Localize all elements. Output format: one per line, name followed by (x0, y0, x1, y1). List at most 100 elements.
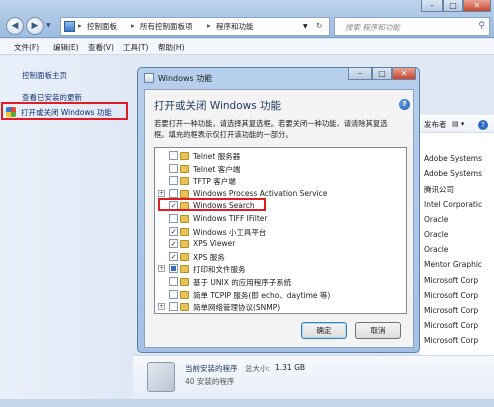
dialog-body: 打开或关闭 Windows 功能 ? 若要打开一种功能，请选择其复选框。若要关闭… (144, 89, 414, 348)
address-dropdown-icon[interactable]: ▼ (303, 23, 308, 30)
dialog-close-button[interactable]: ✕ (392, 68, 416, 80)
feature-checkbox[interactable] (169, 163, 178, 173)
feature-checkbox[interactable] (169, 188, 178, 198)
search-icon[interactable]: ⚲ (478, 21, 485, 31)
close-button[interactable]: ✕ (463, 0, 491, 12)
feature-checkbox[interactable]: ✓ (169, 251, 178, 261)
forward-button[interactable]: ▶ (26, 17, 44, 35)
feature-checkbox[interactable]: ✓ (169, 226, 178, 236)
publisher-cell: Adobe Systems (424, 169, 482, 179)
feature-checkbox[interactable] (169, 302, 178, 312)
folder-icon (180, 227, 189, 236)
details-pane: 当前安装的程序 总大小: 1.31 GB 40 安装的程序 (133, 355, 494, 399)
feature-checkbox[interactable] (169, 151, 178, 160)
installed-programs-icon (147, 362, 175, 392)
publisher-cell: Oracle (424, 230, 449, 239)
publisher-cell: Intel Corporatic (424, 199, 483, 209)
folder-icon (180, 265, 189, 274)
expand-icon[interactable]: + (158, 265, 165, 273)
installed-title: 当前安装的程序 (185, 364, 238, 373)
feature-row[interactable]: ✓ Windows 小工具平台 (155, 226, 399, 238)
publisher-cell: Oracle (424, 214, 449, 224)
publisher-cell: Microsoft Corp (424, 275, 479, 285)
back-button[interactable]: ◀ (6, 17, 24, 35)
breadcrumb-separator-icon: ▸ (207, 21, 211, 30)
feature-checkbox[interactable] (169, 264, 178, 274)
dialog-title: Windows 功能 (158, 74, 213, 83)
feature-checkbox[interactable] (169, 214, 178, 223)
feature-row[interactable]: Telnet 服务器 (155, 150, 399, 162)
breadcrumb-separator-icon: ▸ (131, 21, 135, 30)
feature-row[interactable]: ✓ XPS 服务 (155, 251, 399, 263)
menu-bar: 文件(F) 编辑(E) 查看(V) 工具(T) 帮助(H) (0, 39, 494, 55)
feature-row[interactable]: + 简单网络管理协议(SNMP) (155, 301, 399, 313)
publisher-cell: Microsoft Corp (424, 306, 479, 315)
view-options-icon[interactable]: ▤ ▾ (452, 120, 464, 128)
control-panel-icon (64, 21, 75, 32)
breadcrumb-control-panel[interactable]: 控制面板 (87, 21, 117, 32)
feature-label: 简单 TCPIP 服务(即 echo、daytime 等) (193, 290, 331, 300)
search-box[interactable]: 搜索 程序和功能 ⚲ (334, 17, 490, 36)
feature-row[interactable]: Telnet 客户端 (155, 163, 399, 175)
feature-label: Windows TIFF IFilter (193, 214, 268, 223)
publisher-list: Adobe Systems Adobe Systems 腾讯公司 Intel Corp… (420, 150, 494, 350)
breadcrumb-all-items[interactable]: 所有控制面板项 (140, 21, 193, 32)
feature-label: 基于 UNIX 的应用程序子系统 (193, 278, 292, 287)
cancel-button[interactable]: 取消 (355, 322, 401, 339)
publisher-cell: Oracle (424, 245, 449, 255)
folder-icon (180, 240, 189, 249)
menu-help[interactable]: 帮助(H) (158, 42, 185, 53)
folder-icon (180, 177, 189, 186)
feature-label: TFTP 客户端 (193, 177, 236, 187)
feature-label: Telnet 服务器 (193, 152, 241, 161)
minimize-button[interactable]: – (421, 0, 443, 12)
feature-row[interactable]: TFTP 客户端 (155, 175, 399, 187)
feature-row[interactable]: Windows TIFF IFilter (155, 213, 399, 225)
feature-row[interactable]: + 打印和文件服务 (155, 263, 399, 275)
dialog-window-icon (144, 73, 154, 83)
publisher-cell: 腾讯公司 (424, 185, 454, 195)
ok-button[interactable]: 确定 (301, 322, 347, 339)
publisher-header-label: 发布者 (424, 120, 447, 129)
feature-checkbox[interactable] (169, 176, 178, 186)
refresh-icon[interactable]: ↻ (316, 21, 322, 30)
feature-row[interactable]: 简单 TCPIP 服务(即 echo、daytime 等) (155, 289, 399, 301)
breadcrumb-programs[interactable]: 程序和功能 (216, 21, 254, 32)
control-panel-home-link[interactable]: 控制面板主页 (22, 70, 67, 81)
installed-count: 40 安装的程序 (185, 377, 235, 386)
feature-row[interactable]: ✓ XPS Viewer (155, 238, 399, 250)
feature-checkbox[interactable] (169, 289, 178, 299)
feature-label: 简单网络管理协议(SNMP) (193, 303, 281, 313)
dialog-heading: 打开或关闭 Windows 功能 (154, 100, 282, 112)
feature-label: Windows Process Activation Service (193, 188, 328, 198)
menu-view[interactable]: 查看(V) (88, 42, 114, 53)
folder-icon (180, 189, 189, 198)
help-icon[interactable]: ? (399, 99, 410, 110)
menu-tools[interactable]: 工具(T) (123, 42, 148, 53)
dialog-minimize-button[interactable]: – (348, 68, 372, 80)
publisher-cell: Microsoft Corp (424, 321, 479, 331)
help-icon[interactable]: ? (478, 120, 488, 130)
folder-icon (180, 303, 189, 312)
feature-tree[interactable]: Telnet 服务器 Telnet 客户端 TFTP 客户端 + Windows Pro… (154, 147, 407, 314)
feature-checkbox[interactable] (169, 277, 178, 286)
folder-icon (180, 152, 189, 160)
publisher-cell: Adobe Systems (424, 154, 482, 163)
expand-icon[interactable]: + (158, 189, 165, 197)
menu-file[interactable]: 文件(F) (14, 42, 39, 53)
maximize-button[interactable]: □ (443, 0, 463, 12)
publisher-cell: Mentor Graphic (424, 260, 483, 270)
address-bar[interactable]: ▸ 控制面板 ▸ 所有控制面板项 ▸ 程序和功能 ▼ ↻ (60, 17, 330, 36)
feature-label: Telnet 客户端 (193, 164, 241, 174)
expand-icon[interactable]: + (158, 303, 165, 311)
dialog-maximize-button[interactable]: □ (372, 68, 392, 80)
search-input[interactable]: 搜索 程序和功能 (345, 22, 400, 33)
feature-checkbox[interactable]: ✓ (169, 239, 178, 249)
recent-pages-chevron-icon[interactable]: ▼ (46, 22, 51, 29)
highlight-box (158, 198, 266, 211)
total-size-label: 总大小: (245, 364, 271, 373)
feature-label: 打印和文件服务 (193, 265, 246, 275)
feature-row[interactable]: 基于 UNIX 的应用程序子系统 (155, 276, 399, 288)
menu-edit[interactable]: 编辑(E) (53, 42, 79, 53)
folder-icon (180, 290, 189, 299)
